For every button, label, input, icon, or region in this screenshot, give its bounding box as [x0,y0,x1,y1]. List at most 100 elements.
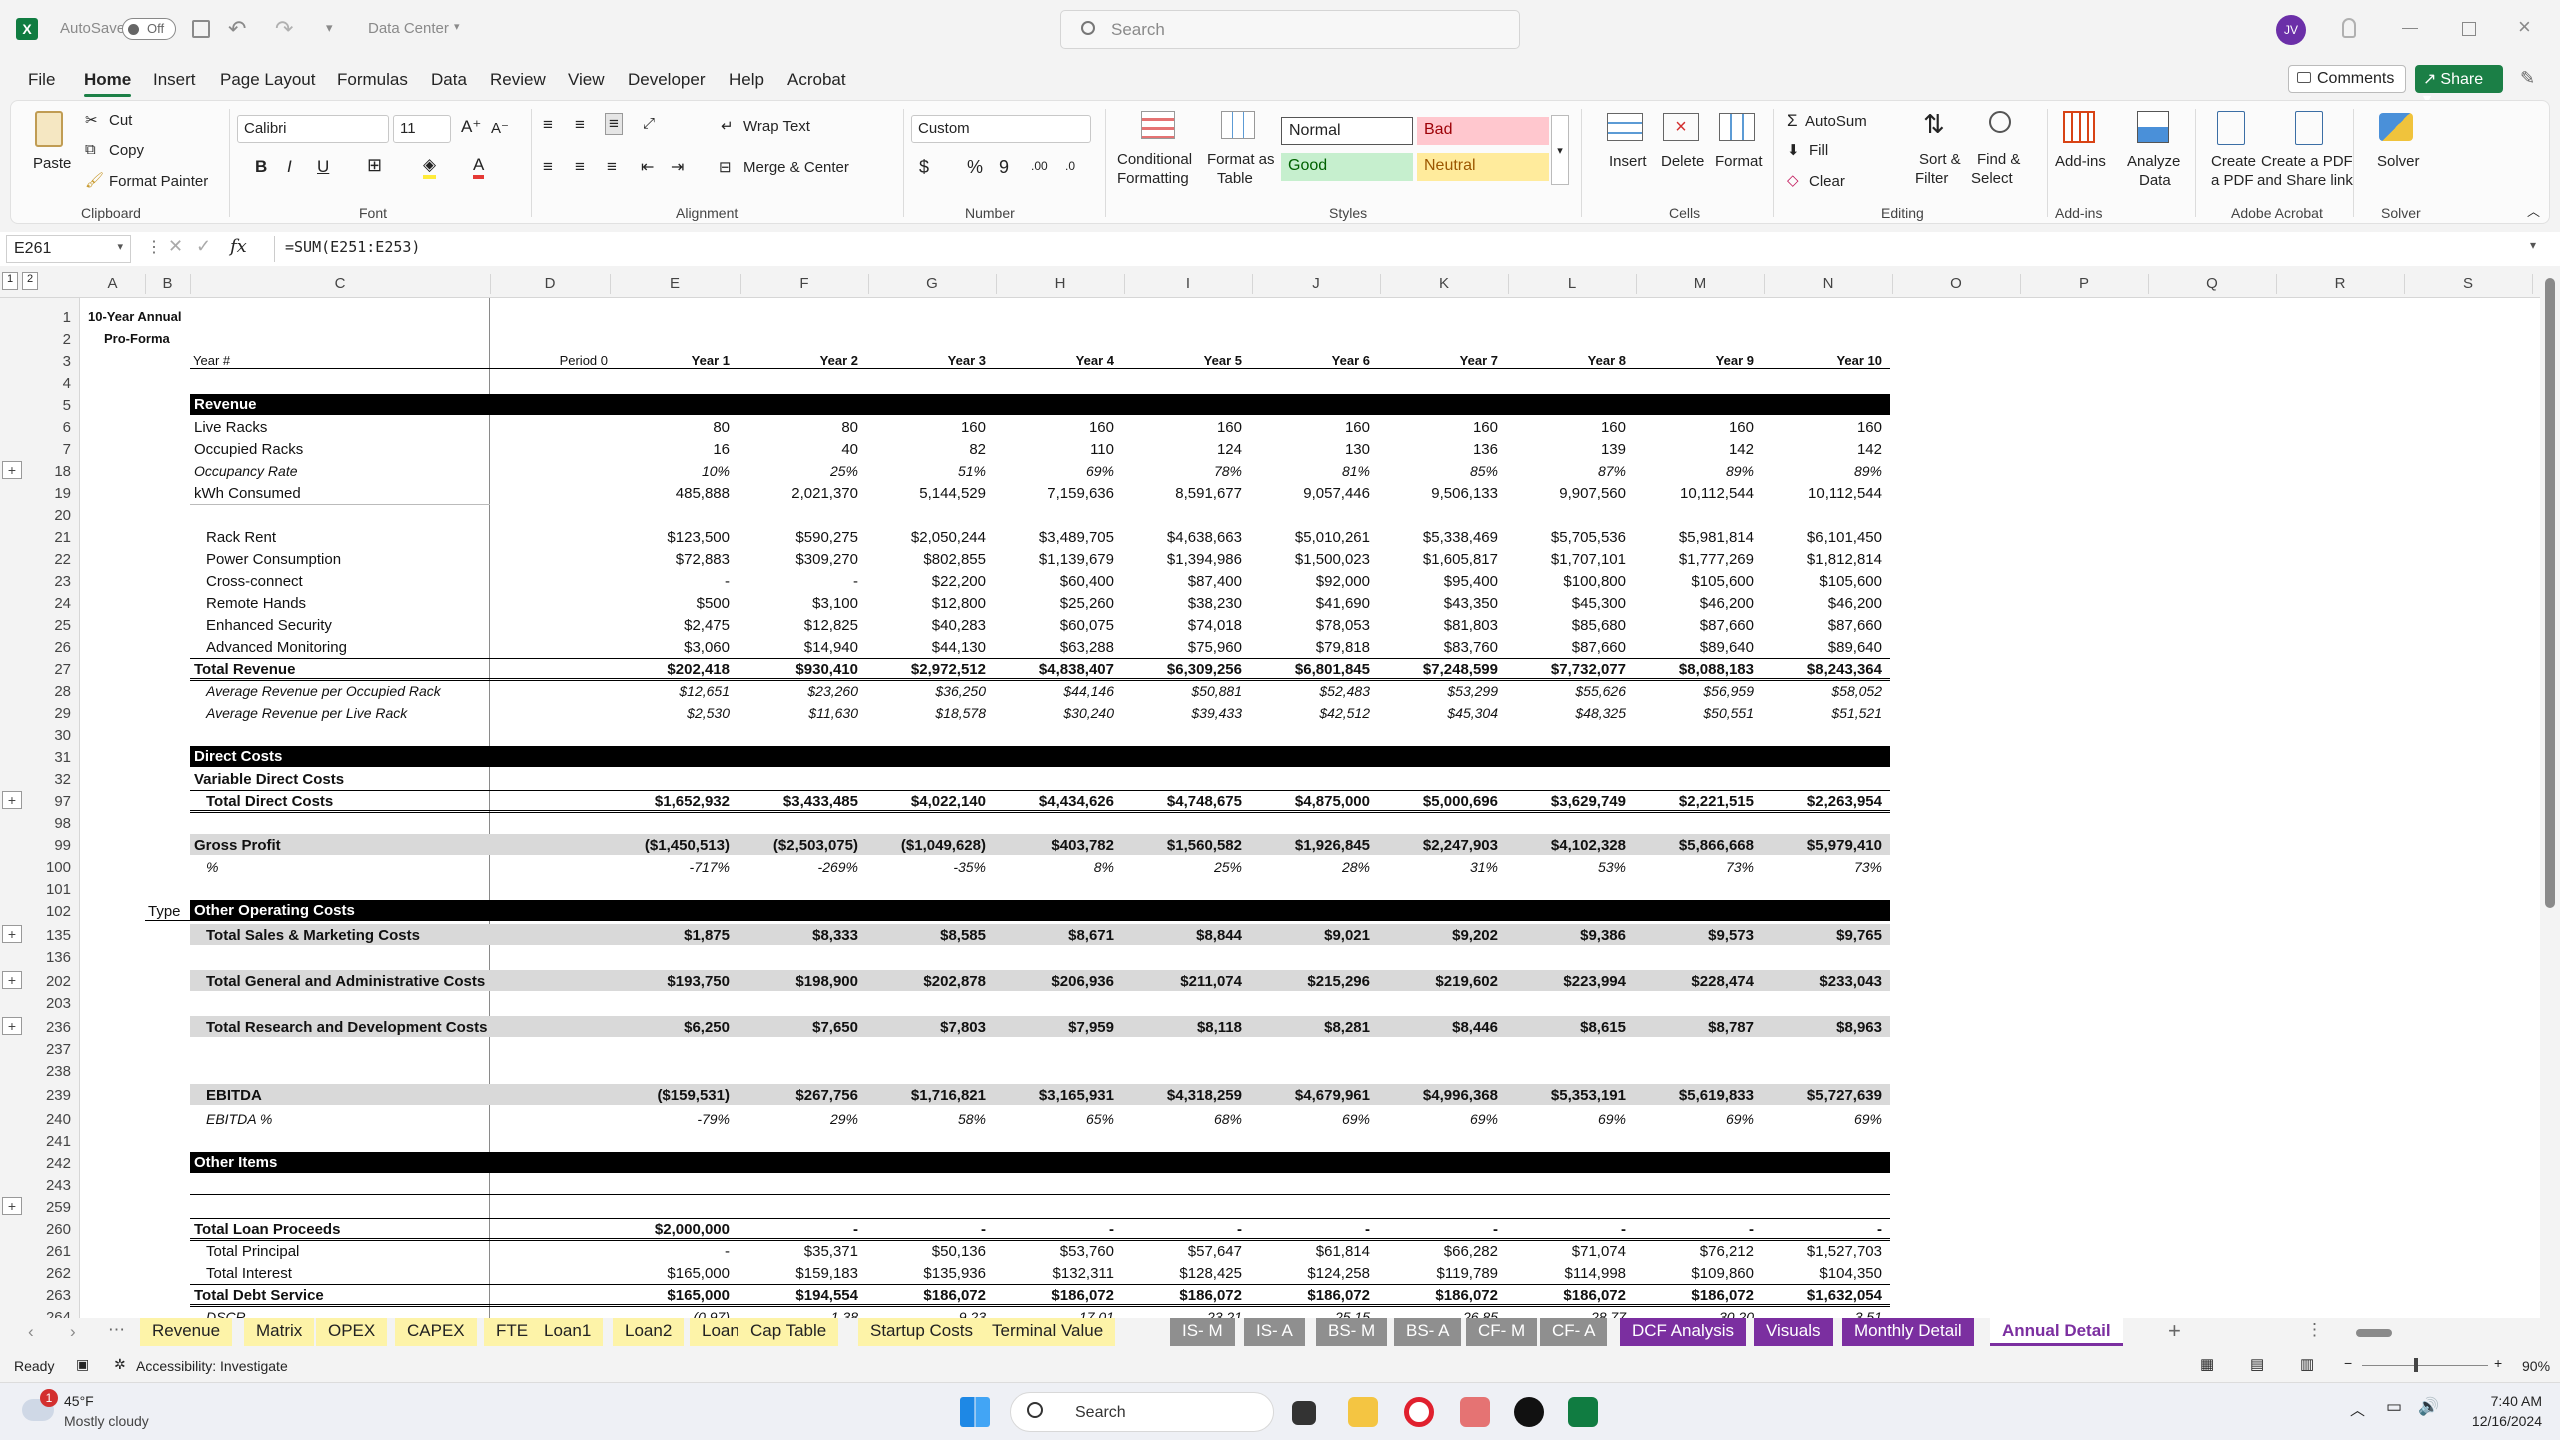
row-header-23[interactable]: 23 [54,573,71,590]
search-box[interactable]: Search [1060,10,1520,49]
row-header-2[interactable]: 2 [63,331,71,348]
format-as-table-button[interactable]: Format as [1207,151,1275,168]
row-header-260[interactable]: 260 [46,1221,71,1238]
decrease-indent-icon[interactable]: ⇤ [641,157,654,177]
row-header-236[interactable]: 236 [46,1019,71,1036]
page-break-view-icon[interactable]: ▥ [2300,1355,2314,1373]
row-header-241[interactable]: 241 [46,1133,71,1150]
zoom-in-icon[interactable]: + [2494,1355,2502,1371]
file-name-chevron-icon[interactable]: ▾ [454,20,460,33]
sheet-tab-cf-a[interactable]: CF- A [1540,1318,1608,1346]
row-header-1[interactable]: 1 [63,309,71,326]
paste-icon[interactable] [35,111,63,147]
delete-cells-button[interactable]: Delete [1661,153,1704,170]
wrap-text-icon[interactable]: ↵ [721,117,734,135]
vertical-scroll-thumb[interactable] [2545,278,2555,908]
delete-cells-icon[interactable]: × [1663,113,1699,141]
create-pdf-button[interactable]: Create [2211,153,2256,170]
menu-data[interactable]: Data [431,70,467,90]
menu-acrobat[interactable]: Acrobat [787,70,846,90]
row-header-24[interactable]: 24 [54,595,71,612]
row-header-264[interactable]: 264 [46,1309,71,1318]
menu-page-layout[interactable]: Page Layout [220,70,315,90]
sheet-tab-bs-a[interactable]: BS- A [1394,1318,1462,1346]
increase-decimal-icon[interactable]: .00 [1031,159,1048,173]
start-icon[interactable] [960,1397,990,1427]
fill-icon[interactable]: ⬇ [1787,141,1800,159]
upwork-icon[interactable] [1514,1397,1544,1427]
sheet-tab-cap-table[interactable]: Cap Table [738,1318,839,1346]
column-header-f[interactable]: F [740,275,868,292]
row-header-240[interactable]: 240 [46,1111,71,1128]
row-header-100[interactable]: 100 [46,859,71,876]
column-header-d[interactable]: D [490,275,610,292]
cut-button[interactable]: Cut [109,112,132,129]
row-header-7[interactable]: 7 [63,441,71,458]
sheet-tab-bs-m[interactable]: BS- M [1316,1318,1388,1346]
decrease-decimal-icon[interactable]: .0 [1065,159,1075,173]
sheet-tab-is-m[interactable]: IS- M [1170,1318,1235,1346]
menu-file[interactable]: File [28,70,55,90]
row-header-102[interactable]: 102 [46,903,71,920]
menu-view[interactable]: View [568,70,605,90]
row-header-28[interactable]: 28 [54,683,71,700]
row-header-32[interactable]: 32 [54,771,71,788]
row-header-31[interactable]: 31 [54,749,71,766]
tab-more-icon[interactable]: ⋯ [108,1320,125,1340]
find-select-button[interactable]: Find & [1977,151,2020,168]
row-header-97[interactable]: 97 [54,793,71,810]
tray-chevron-icon[interactable]: ︿ [2350,1399,2365,1420]
conditional-formatting-button[interactable]: Conditional [1117,151,1192,168]
fill-color-icon[interactable]: ◈ [423,155,437,179]
horizontal-scrollbar[interactable] [2342,1326,2532,1340]
sheet-tab-visuals[interactable]: Visuals [1754,1318,1833,1346]
font-name-dropdown[interactable]: Calibri [237,115,389,143]
row-header-99[interactable]: 99 [54,837,71,854]
volume-icon[interactable]: 🔊 [2418,1397,2439,1417]
monitor-icon[interactable]: ▭ [2386,1397,2402,1417]
outline-level-1-button[interactable]: 1 [2,272,18,290]
row-header-101[interactable]: 101 [46,881,71,898]
cut-icon[interactable]: ✂ [85,111,98,129]
align-left-icon[interactable]: ≡ [543,157,553,177]
row-header-242[interactable]: 242 [46,1155,71,1172]
clock-date[interactable]: 12/16/2024 [2458,1413,2542,1429]
comma-icon[interactable]: 9 [999,157,1009,178]
sheet-tab-capex[interactable]: CAPEX [395,1318,477,1346]
minimize-icon[interactable] [2402,28,2418,29]
row-header-238[interactable]: 238 [46,1063,71,1080]
snipping-tool-icon[interactable] [1460,1397,1490,1427]
column-header-s[interactable]: S [2404,275,2532,292]
insert-cells-icon[interactable] [1607,113,1643,141]
autosave-toggle[interactable]: Off [122,18,176,40]
row-header-135[interactable]: 135 [46,927,71,944]
column-header-j[interactable]: J [1252,275,1380,292]
row-header-22[interactable]: 22 [54,551,71,568]
new-sheet-icon[interactable]: + [2168,1318,2181,1344]
normal-view-icon[interactable]: ▦ [2200,1355,2214,1373]
collapse-ribbon-icon[interactable]: ︿ [2527,201,2540,220]
outline-level-2-button[interactable]: 2 [22,272,38,290]
row-header-20[interactable]: 20 [54,507,71,524]
borders-icon[interactable]: ⊞ [367,155,382,176]
font-color-icon[interactable]: A [473,155,485,179]
restore-icon[interactable] [2462,22,2476,36]
vertical-scrollbar[interactable] [2540,268,2560,1318]
row-header-25[interactable]: 25 [54,617,71,634]
column-header-i[interactable]: I [1124,275,1252,292]
column-header-l[interactable]: L [1508,275,1636,292]
fill-button[interactable]: Fill [1809,142,1828,159]
share-pdf-button[interactable]: Create a PDF [2261,153,2353,170]
row-header-98[interactable]: 98 [54,815,71,832]
addins-icon[interactable] [2063,111,2095,143]
expand-rows-button[interactable]: + [2,1197,22,1215]
opera-icon[interactable] [1404,1397,1434,1427]
row-header-21[interactable]: 21 [54,529,71,546]
style-bad[interactable]: Bad [1417,117,1549,145]
horizontal-scroll-thumb[interactable] [2356,1329,2392,1337]
wrap-text-button[interactable]: Wrap Text [743,118,810,135]
row-header-3[interactable]: 3 [63,353,71,370]
row-header-4[interactable]: 4 [63,375,71,392]
expand-rows-button[interactable]: + [2,1017,22,1035]
column-header-m[interactable]: M [1636,275,1764,292]
